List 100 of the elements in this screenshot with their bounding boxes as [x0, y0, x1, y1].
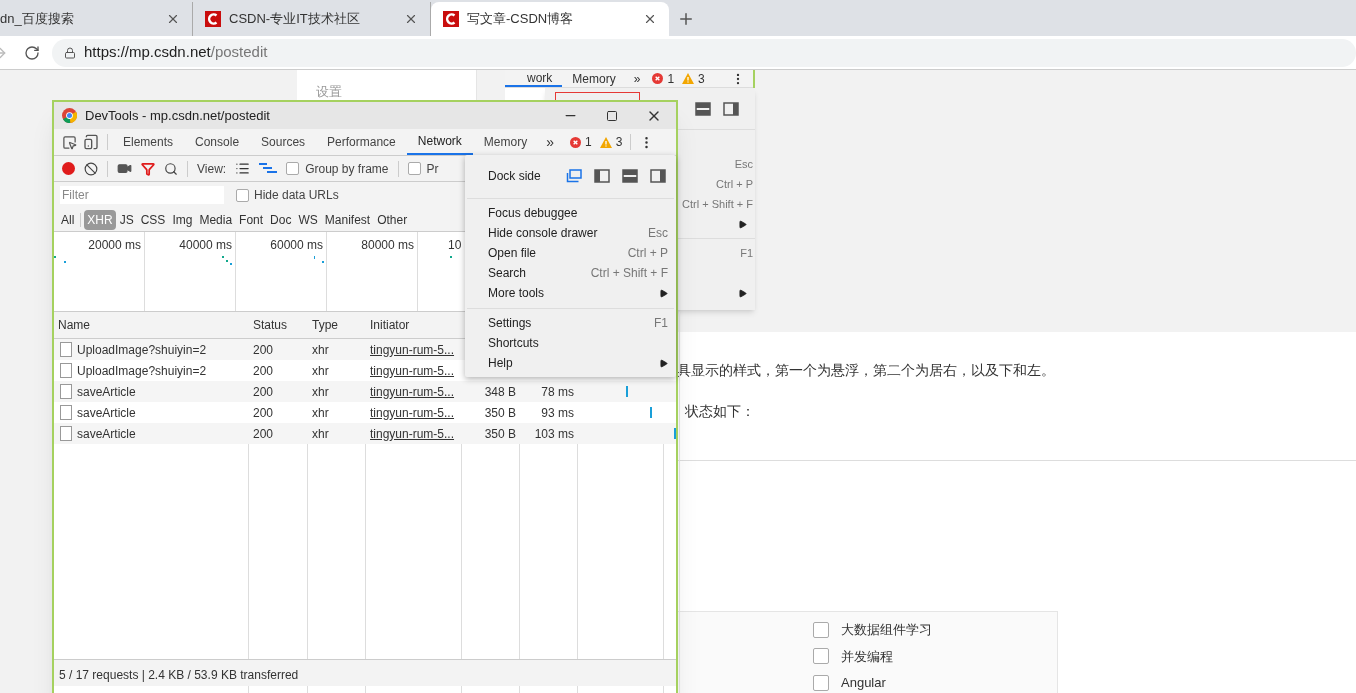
new-tab-icon[interactable] [677, 10, 695, 28]
menu-item[interactable]: Open file Ctrl + P [465, 243, 676, 263]
initiator-link[interactable]: tingyun-rum-5... [370, 363, 455, 378]
type-cell: xhr [312, 426, 329, 441]
article-paragraph: 具显示的样式，第一个为悬浮，第二个为居右，以及下和左。 [677, 361, 1056, 380]
reload-icon[interactable] [24, 44, 40, 61]
column-header[interactable]: Initiator [370, 316, 410, 334]
column-header[interactable]: Type [312, 316, 338, 334]
column-header[interactable]: Name [58, 316, 90, 334]
time-cell: 78 ms [541, 384, 574, 399]
type-filter[interactable]: CSS [137, 209, 169, 230]
initiator-link[interactable]: tingyun-rum-5... [370, 384, 455, 399]
menu-item[interactable]: Help [465, 353, 676, 373]
type-filter[interactable]: Doc [267, 209, 295, 230]
devtools-tab[interactable]: Performance [316, 129, 407, 155]
menu-item[interactable]: Search Ctrl + Shift + F [465, 263, 676, 283]
close-icon[interactable] [643, 12, 657, 26]
type-filter[interactable]: Other [374, 209, 411, 230]
tab-title: 写文章-CSDN博客 [467, 10, 575, 29]
search-icon[interactable] [164, 161, 178, 176]
initiator-link[interactable]: tingyun-rum-5... [370, 426, 455, 441]
file-icon [60, 342, 72, 357]
dock-right-icon[interactable] [723, 101, 739, 116]
category-checkbox[interactable] [813, 621, 829, 638]
browser-tab[interactable]: 写文章-CSDN博客 [431, 2, 669, 36]
type-filter[interactable]: All [58, 209, 78, 230]
type-filter[interactable]: Font [236, 209, 267, 230]
submenu-arrow-icon [738, 288, 747, 298]
type-filter[interactable]: JS [116, 209, 137, 230]
initiator-link[interactable]: tingyun-rum-5... [370, 405, 455, 420]
status-cell: 200 [253, 342, 274, 357]
size-cell: 348 B [484, 384, 516, 399]
article-paragraph: 状态如下： [684, 402, 756, 421]
status-cell: 200 [253, 405, 274, 420]
settings-label: 设置 [316, 83, 342, 101]
hide-urls-checkbox[interactable] [236, 188, 249, 202]
dock-bottom-icon[interactable] [695, 101, 711, 116]
column-header[interactable]: Status [253, 316, 288, 334]
category-checkbox[interactable] [813, 674, 829, 691]
submenu-arrow-icon [659, 288, 668, 298]
status-cell: 200 [253, 426, 274, 441]
filter-icon[interactable] [141, 161, 155, 176]
initiator-link[interactable]: tingyun-rum-5... [370, 342, 455, 357]
address-bar[interactable]: https://mp.csdn.net/postedit [52, 38, 1356, 67]
warning-icon [682, 73, 695, 84]
dock-right-icon[interactable] [650, 169, 666, 183]
devtools-tab[interactable]: Memory [562, 70, 626, 87]
filter-field[interactable]: Filter [60, 186, 224, 204]
warning-icon [599, 136, 612, 148]
size-cell: 350 B [484, 405, 516, 420]
menu-item[interactable]: Settings F1 [465, 313, 676, 333]
request-name[interactable]: saveArticle [77, 424, 136, 443]
request-name[interactable]: UploadImage?shuiyin=2 [77, 361, 207, 380]
type-filter[interactable]: Manifest [321, 209, 374, 230]
tick-label: 20000 ms [88, 237, 141, 254]
close-icon[interactable] [166, 12, 180, 26]
group-checkbox[interactable] [286, 162, 300, 175]
menu-item[interactable]: More tools [465, 283, 676, 303]
menu-item[interactable]: Shortcuts [465, 333, 676, 353]
type-filter[interactable]: Img [169, 209, 196, 230]
device-icon[interactable] [83, 134, 99, 150]
time-cell: 103 ms [534, 426, 574, 441]
dock-bottom-icon[interactable] [622, 169, 638, 183]
menu-item[interactable]: Focus debuggee [465, 203, 676, 223]
request-name[interactable]: saveArticle [77, 403, 136, 422]
devtools-tab[interactable]: Elements [112, 129, 185, 155]
category-label: 大数据组件学习 [841, 621, 932, 639]
size-cell: 350 B [484, 426, 516, 441]
type-cell: xhr [312, 342, 329, 357]
maximize-icon[interactable] [606, 109, 618, 122]
devtools-tab[interactable]: Console [184, 129, 251, 155]
list-view-icon[interactable] [235, 161, 251, 176]
shortcut-text: Ctrl + Shift + F [682, 196, 753, 212]
time-cell: 93 ms [541, 405, 574, 420]
error-count: 1 [584, 134, 592, 151]
shortcut-text: Ctrl + P [716, 176, 753, 192]
menu-item[interactable]: Hide console drawer Esc [465, 223, 676, 243]
category-checkbox[interactable] [813, 648, 829, 665]
preserve-checkbox[interactable] [407, 162, 421, 175]
file-icon [60, 363, 72, 378]
clear-icon[interactable] [84, 161, 98, 176]
file-icon [60, 384, 72, 399]
type-filter[interactable]: WS [295, 209, 321, 230]
submenu-arrow-icon [738, 219, 747, 229]
type-filter[interactable]: Media [196, 209, 236, 230]
request-name[interactable]: UploadImage?shuiyin=2 [77, 340, 207, 359]
inspect-icon[interactable] [62, 134, 77, 150]
devtools-tab[interactable]: Sources [250, 129, 317, 155]
close-icon[interactable] [404, 12, 418, 26]
more-tabs[interactable]: » [625, 69, 649, 88]
camera-icon[interactable] [117, 161, 132, 176]
tab-title: CSDN-专业IT技术社区 [229, 10, 361, 29]
more-tabs[interactable]: » [538, 131, 562, 153]
devtools-tab[interactable]: Memory [472, 129, 539, 155]
type-cell: xhr [312, 384, 329, 399]
request-name[interactable]: saveArticle [77, 382, 136, 401]
undock-icon[interactable] [566, 169, 582, 183]
waterfall-view-icon[interactable] [259, 162, 278, 175]
dock-left-icon[interactable] [594, 169, 610, 183]
record-button[interactable] [62, 162, 75, 175]
